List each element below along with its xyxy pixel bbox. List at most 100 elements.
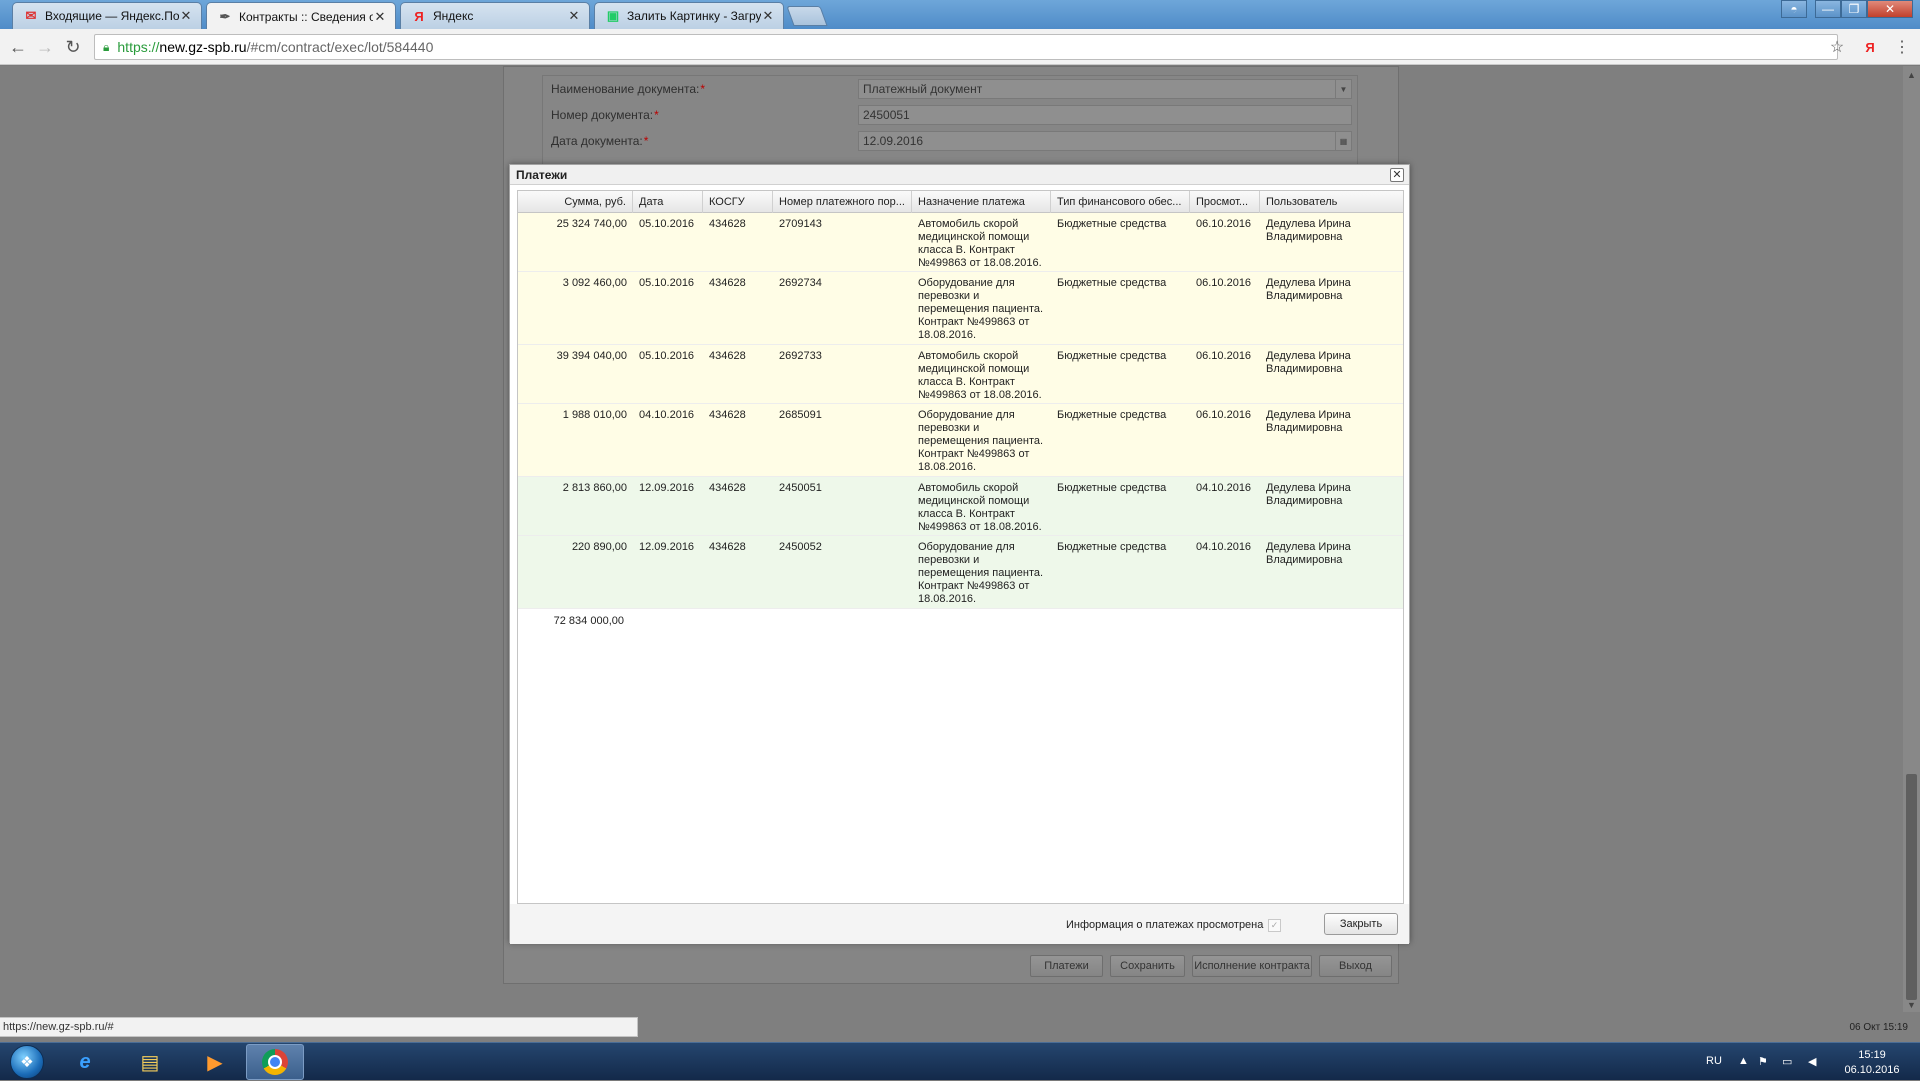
back-arrow-icon[interactable]: ← [6, 35, 30, 59]
tab-title: Контракты :: Сведения о [239, 9, 373, 24]
tab-upload-image[interactable]: ▣ Залить Картинку - Загру ✕ [594, 2, 784, 29]
payments-button[interactable]: Платежи [1030, 955, 1103, 977]
scrollbar-thumb[interactable] [1906, 774, 1917, 1000]
label-text: Дата документа: [551, 134, 643, 148]
cell-sum: 1 988 010,00 [562, 409, 627, 421]
yandex-extension-icon[interactable]: Я [1860, 37, 1880, 57]
label-text: Наименование документа: [551, 82, 700, 96]
menu-dots-icon[interactable]: ⋮ [1892, 37, 1912, 57]
table-row[interactable]: 39 394 040,00 05.10.2016 434628 2692733 Авто… [518, 345, 1403, 404]
media-player-icon[interactable]: ▶ [186, 1044, 244, 1080]
label-text: Номер документа: [551, 108, 654, 122]
lock-icon: 🔒︎ [103, 39, 110, 54]
cell-finance-type: Бюджетные средства [1057, 277, 1167, 289]
contract-execution-button[interactable]: Исполнение контракта [1192, 955, 1312, 977]
chevron-down-icon[interactable]: ▼ [1335, 80, 1351, 98]
cell-date: 04.10.2016 [639, 409, 695, 421]
network-icon[interactable]: ▭ [1782, 1055, 1792, 1068]
cell-user: Дедулева Ирина Владимировна [1266, 482, 1351, 507]
cell-payment-number: 2685091 [779, 409, 822, 421]
image-icon: ▣ [606, 8, 620, 23]
doc-number-input[interactable]: 2450051 [858, 105, 1352, 125]
tab-contracts[interactable]: ✒ Контракты :: Сведения о ✕ [206, 2, 396, 30]
column-header-date[interactable]: Дата [633, 191, 703, 213]
cell-finance-type: Бюджетные средства [1057, 409, 1167, 421]
doc-name-select[interactable]: Платежный документ ▼ [858, 79, 1352, 99]
payments-dialog: Платежи ✕ Сумма, руб. Дата КОСГУ Номер п… [509, 164, 1410, 944]
close-window-icon[interactable]: ✕ [1867, 0, 1913, 18]
tab-yandex[interactable]: Я Яндекс ✕ [400, 2, 590, 29]
required-mark: * [654, 108, 659, 122]
dialog-footer: Информация о платежах просмотрена ✓ Закр… [510, 904, 1409, 944]
table-row[interactable]: 2 813 860,00 12.09.2016 434628 2450051 Автом… [518, 477, 1403, 536]
volume-icon[interactable]: ◀ [1808, 1055, 1816, 1068]
file-explorer-icon[interactable]: ▤ [121, 1044, 179, 1080]
language-indicator[interactable]: RU [1706, 1055, 1722, 1067]
table-row[interactable]: 1 988 010,00 04.10.2016 434628 2685091 Обору… [518, 404, 1403, 477]
internet-explorer-icon[interactable]: e [56, 1044, 114, 1080]
tab-title: Яндекс [433, 9, 474, 23]
column-header-user[interactable]: Пользователь [1260, 191, 1403, 213]
restore-icon[interactable]: ❐ [1841, 0, 1867, 18]
cell-date: 12.09.2016 [639, 482, 695, 494]
cell-viewed-date: 06.10.2016 [1196, 350, 1252, 362]
minimize-icon[interactable]: — [1815, 0, 1841, 18]
user-profile-icon[interactable]: ◓ [1781, 0, 1807, 18]
cell-purpose: Оборудование для перевозки и перемещения… [918, 541, 1044, 605]
column-header-finance-type[interactable]: Тип финансового обес... [1051, 191, 1190, 213]
save-button[interactable]: Сохранить [1110, 955, 1185, 977]
column-header-sum[interactable]: Сумма, руб. [518, 191, 633, 213]
yandex-icon: Я [414, 8, 424, 24]
chrome-icon[interactable] [246, 1044, 304, 1080]
close-tab-icon[interactable]: ✕ [373, 9, 387, 25]
cell-payment-number: 2450051 [779, 482, 822, 494]
calendar-icon[interactable]: ▦ [1335, 132, 1351, 150]
action-center-flag-icon[interactable]: ⚑ [1758, 1055, 1768, 1068]
tab-title: Залить Картинку - Загру [627, 9, 761, 23]
cell-payment-number: 2450052 [779, 541, 822, 553]
doc-date-input[interactable]: 12.09.2016 ▦ [858, 131, 1352, 151]
cell-payment-number: 2692733 [779, 350, 822, 362]
payments-grid: Сумма, руб. Дата КОСГУ Номер платежного … [517, 190, 1404, 904]
page-scrollbar[interactable]: ▲ ▼ [1903, 66, 1920, 1012]
tab-yandex-mail[interactable]: ✉ Входящие — Яндекс.По ✕ [12, 2, 202, 29]
tray-expand-icon[interactable]: ▲ [1738, 1055, 1749, 1067]
gz-logo-icon: ✒ [219, 8, 231, 24]
table-row[interactable]: 25 324 740,00 05.10.2016 434628 2709143 Авто… [518, 213, 1403, 272]
cell-kosgu: 434628 [709, 350, 746, 362]
close-tab-icon[interactable]: ✕ [761, 8, 775, 24]
cell-payment-number: 2692734 [779, 277, 822, 289]
cell-user: Дедулева Ирина Владимировна [1266, 409, 1351, 434]
new-tab-button[interactable] [786, 6, 828, 26]
doc-number-value: 2450051 [863, 108, 910, 122]
column-header-viewed[interactable]: Просмот... [1190, 191, 1260, 213]
star-bookmark-icon[interactable]: ☆ [1827, 37, 1847, 57]
cell-finance-type: Бюджетные средства [1057, 218, 1167, 230]
forward-arrow-icon[interactable]: → [33, 35, 57, 59]
close-tab-icon[interactable]: ✕ [179, 8, 193, 24]
column-header-payment-number[interactable]: Номер платежного пор... [773, 191, 912, 213]
cell-date: 05.10.2016 [639, 277, 695, 289]
close-tab-icon[interactable]: ✕ [567, 8, 581, 24]
dialog-title: Платежи [516, 168, 568, 182]
column-header-kosgu[interactable]: КОСГУ [703, 191, 773, 213]
start-button[interactable]: ❖ [4, 1043, 50, 1081]
scroll-down-icon[interactable]: ▼ [1907, 1000, 1916, 1010]
viewed-checkbox[interactable]: ✓ [1268, 919, 1281, 932]
table-row[interactable]: 3 092 460,00 05.10.2016 434628 2692734 Обору… [518, 272, 1403, 345]
cell-date: 12.09.2016 [639, 541, 695, 553]
close-icon[interactable]: ✕ [1390, 168, 1404, 182]
close-button[interactable]: Закрыть [1324, 913, 1398, 935]
url-protocol: https:// [117, 39, 160, 55]
windows-taskbar: ❖ e ▤ ▶ RU ▲ ⚑ ▭ ◀ 15:19 06.10.2016 [0, 1042, 1920, 1080]
column-header-purpose[interactable]: Назначение платежа [912, 191, 1051, 213]
exit-button[interactable]: Выход [1319, 955, 1392, 977]
field-label-doc-name: Наименование документа: * [551, 79, 705, 99]
reload-icon[interactable]: ↻ [61, 35, 85, 59]
address-bar[interactable]: 🔒︎ https:// new.gz-spb.ru /#cm/contract/… [94, 34, 1838, 60]
cell-finance-type: Бюджетные средства [1057, 541, 1167, 553]
scroll-up-icon[interactable]: ▲ [1907, 70, 1916, 80]
system-clock[interactable]: 15:19 06.10.2016 [1832, 1048, 1912, 1078]
chrome-logo [262, 1049, 288, 1075]
table-row[interactable]: 220 890,00 12.09.2016 434628 2450052 Оборудо… [518, 536, 1403, 609]
